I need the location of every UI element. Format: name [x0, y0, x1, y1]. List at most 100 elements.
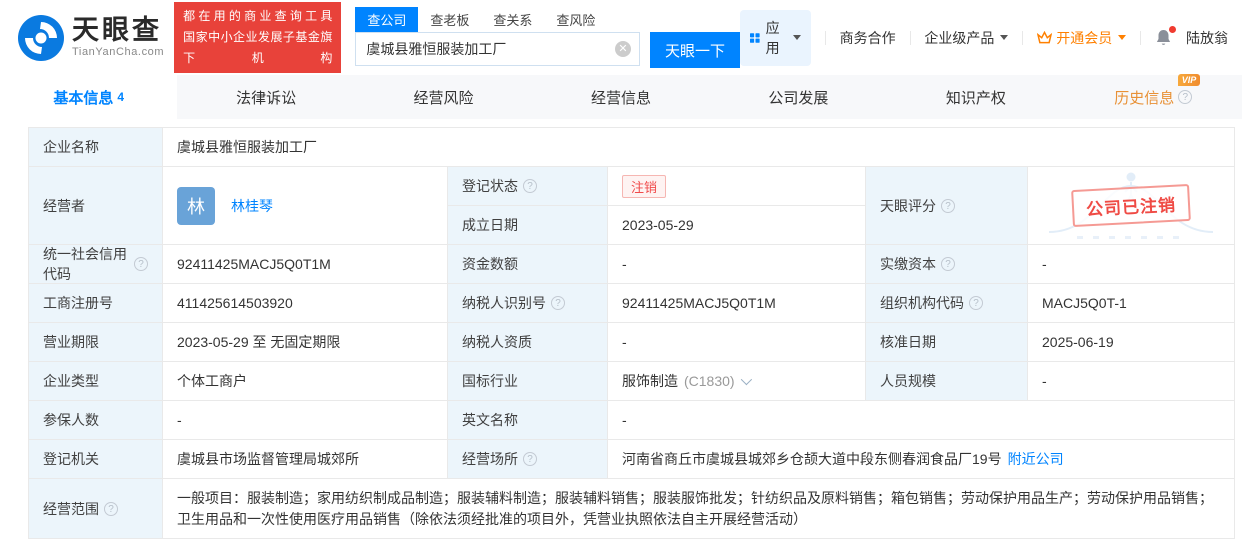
enterprise-label: 企业级产品 — [924, 28, 994, 48]
help-icon[interactable]: ? — [523, 179, 537, 193]
company-type-value: 个体工商户 — [163, 362, 448, 401]
industry-value: 服饰制造 — [622, 371, 678, 391]
taxpayer-quality-label: 纳税人资质 — [448, 323, 608, 362]
premises-label-cell: 经营场所 ? — [448, 440, 608, 479]
establish-date-label: 成立日期 — [448, 206, 608, 245]
score-label-cell: 天眼评分 ? — [866, 167, 1028, 245]
taxpayer-quality-value: - — [608, 323, 866, 362]
tab-history-info[interactable]: VIP 历史信息 ? — [1065, 75, 1242, 119]
tianyancha-logo-icon — [18, 15, 64, 61]
help-icon[interactable]: ? — [104, 502, 118, 516]
approval-date-value: 2025-06-19 — [1028, 323, 1235, 362]
insured-value: - — [163, 401, 448, 440]
operator-label: 经营者 — [29, 167, 163, 245]
english-name-label: 英文名称 — [448, 401, 608, 440]
paid-capital-value: - — [1028, 245, 1235, 284]
brand-slogan: 都在用的商业查询工具 国家中小企业发展子基金旗下机构 — [174, 2, 341, 73]
tab-basic-info[interactable]: 基本信息 4 — [0, 75, 177, 119]
business-scope-label-cell: 经营范围 ? — [29, 479, 163, 539]
basic-info-table: 企业名称 虞城县雅恒服装加工厂 经营者 林 林桂琴 登记状态 ? 注销 成立日期… — [28, 127, 1235, 539]
notifications-bell[interactable] — [1155, 29, 1172, 47]
tab-operation-risk[interactable]: 经营风险 — [355, 75, 532, 119]
top-nav: 应用 商务合作 企业级产品 开通会员 陆放翁 — [740, 10, 1228, 66]
brand-domain: TianYanCha.com — [72, 46, 164, 58]
help-icon[interactable]: ? — [1178, 90, 1192, 104]
vip-badge: VIP — [1178, 74, 1201, 86]
caret-down-icon — [1000, 35, 1008, 40]
operator-value: 林 林桂琴 — [163, 167, 448, 245]
nav-cooperation[interactable]: 商务合作 — [840, 28, 896, 48]
chevron-down-icon[interactable] — [740, 374, 751, 385]
org-code-label-cell: 组织机构代码 ? — [866, 284, 1028, 323]
credit-code-label-cell: 统一社会信用代码 ? — [29, 245, 163, 284]
business-term-value: 2023-05-29 至 无固定期限 — [163, 323, 448, 362]
apps-label: 应用 — [766, 18, 785, 58]
establish-date-value: 2023-05-29 — [608, 206, 866, 245]
premises-value-cell: 河南省商丘市虞城县城郊乡仓颉大道中段东侧春润食品厂19号 附近公司 — [608, 440, 1235, 479]
search-input[interactable] — [355, 32, 640, 66]
search-tab-boss[interactable]: 查老板 — [418, 7, 481, 32]
reg-status-value-cell: 注销 — [608, 167, 866, 206]
capital-value: - — [608, 245, 866, 284]
help-icon[interactable]: ? — [134, 257, 148, 271]
credit-code-label: 统一社会信用代码 — [43, 245, 129, 284]
search-block: 查公司 查老板 查关系 查风险 ✕ 天眼一下 — [355, 7, 740, 68]
reg-status-label-cell: 登记状态 ? — [448, 167, 608, 206]
nearby-companies-link[interactable]: 附近公司 — [1008, 449, 1064, 469]
open-vip-label: 开通会员 — [1056, 28, 1112, 48]
premises-label: 经营场所 — [462, 449, 518, 469]
reg-number-label: 工商注册号 — [29, 284, 163, 323]
status-badge: 注销 — [622, 175, 666, 198]
user-name[interactable]: 陆放翁 — [1186, 28, 1228, 48]
business-scope-label: 经营范围 — [43, 499, 99, 519]
tab-intellectual-property[interactable]: 知识产权 — [887, 75, 1064, 119]
divider — [910, 31, 911, 45]
operator-avatar[interactable]: 林 — [177, 187, 215, 225]
help-icon[interactable]: ? — [969, 296, 983, 310]
org-code-label: 组织机构代码 — [880, 293, 964, 313]
tab-basic-info-label: 基本信息 — [53, 87, 113, 108]
score-label: 天眼评分 — [880, 196, 936, 216]
nav-enterprise-products[interactable]: 企业级产品 — [924, 28, 1008, 48]
search-tab-company[interactable]: 查公司 — [355, 7, 418, 32]
score-value-cell: 公司已注销 — [1028, 167, 1235, 245]
tab-operation-info[interactable]: 经营信息 — [532, 75, 709, 119]
tianyancha-logo[interactable]: 天眼查 TianYanCha.com — [18, 15, 164, 61]
paid-capital-label-cell: 实缴资本 ? — [866, 245, 1028, 284]
company-type-label: 企业类型 — [29, 362, 163, 401]
apps-menu[interactable]: 应用 — [740, 10, 811, 66]
search-tab-relation[interactable]: 查关系 — [481, 7, 544, 32]
brand-name: 天眼查 — [72, 17, 164, 44]
taxpayer-id-label-cell: 纳税人识别号 ? — [448, 284, 608, 323]
help-icon[interactable]: ? — [941, 257, 955, 271]
tab-basic-info-count: 4 — [117, 90, 124, 104]
help-icon[interactable]: ? — [551, 296, 565, 310]
capital-label: 资金数额 — [448, 245, 608, 284]
tab-company-development[interactable]: 公司发展 — [710, 75, 887, 119]
paid-capital-label: 实缴资本 — [880, 254, 936, 274]
search-tab-risk[interactable]: 查风险 — [544, 7, 607, 32]
premises-address: 河南省商丘市虞城县城郊乡仓颉大道中段东侧春润食品厂19号 — [622, 449, 1002, 469]
help-icon[interactable]: ? — [523, 452, 537, 466]
reg-authority-value: 虞城县市场监督管理局城郊所 — [163, 440, 448, 479]
staff-size-value: - — [1028, 362, 1235, 401]
search-tabs: 查公司 查老板 查关系 查风险 — [355, 7, 740, 32]
approval-date-label: 核准日期 — [866, 323, 1028, 362]
deregistered-stamp: 公司已注销 — [1071, 184, 1191, 227]
caret-down-icon — [1118, 35, 1126, 40]
industry-label: 国标行业 — [448, 362, 608, 401]
org-code-value: MACJ5Q0T-1 — [1028, 284, 1235, 323]
divider — [1022, 31, 1023, 45]
clear-icon[interactable]: ✕ — [615, 41, 631, 57]
operator-name-link[interactable]: 林桂琴 — [231, 196, 273, 216]
section-tabs: 基本信息 4 法律诉讼 经营风险 经营信息 公司发展 知识产权 VIP 历史信息… — [0, 75, 1242, 119]
help-icon[interactable]: ? — [941, 199, 955, 213]
notification-dot — [1169, 26, 1176, 33]
slogan-line2: 国家中小企业发展子基金旗下机构 — [183, 27, 332, 69]
tab-legal[interactable]: 法律诉讼 — [177, 75, 354, 119]
nav-open-vip[interactable]: 开通会员 — [1037, 28, 1126, 48]
insured-label: 参保人数 — [29, 401, 163, 440]
search-button[interactable]: 天眼一下 — [650, 32, 740, 68]
reg-number-value: 411425614503920 — [163, 284, 448, 323]
credit-code-value: 92411425MACJ5Q0T1M — [163, 245, 448, 284]
